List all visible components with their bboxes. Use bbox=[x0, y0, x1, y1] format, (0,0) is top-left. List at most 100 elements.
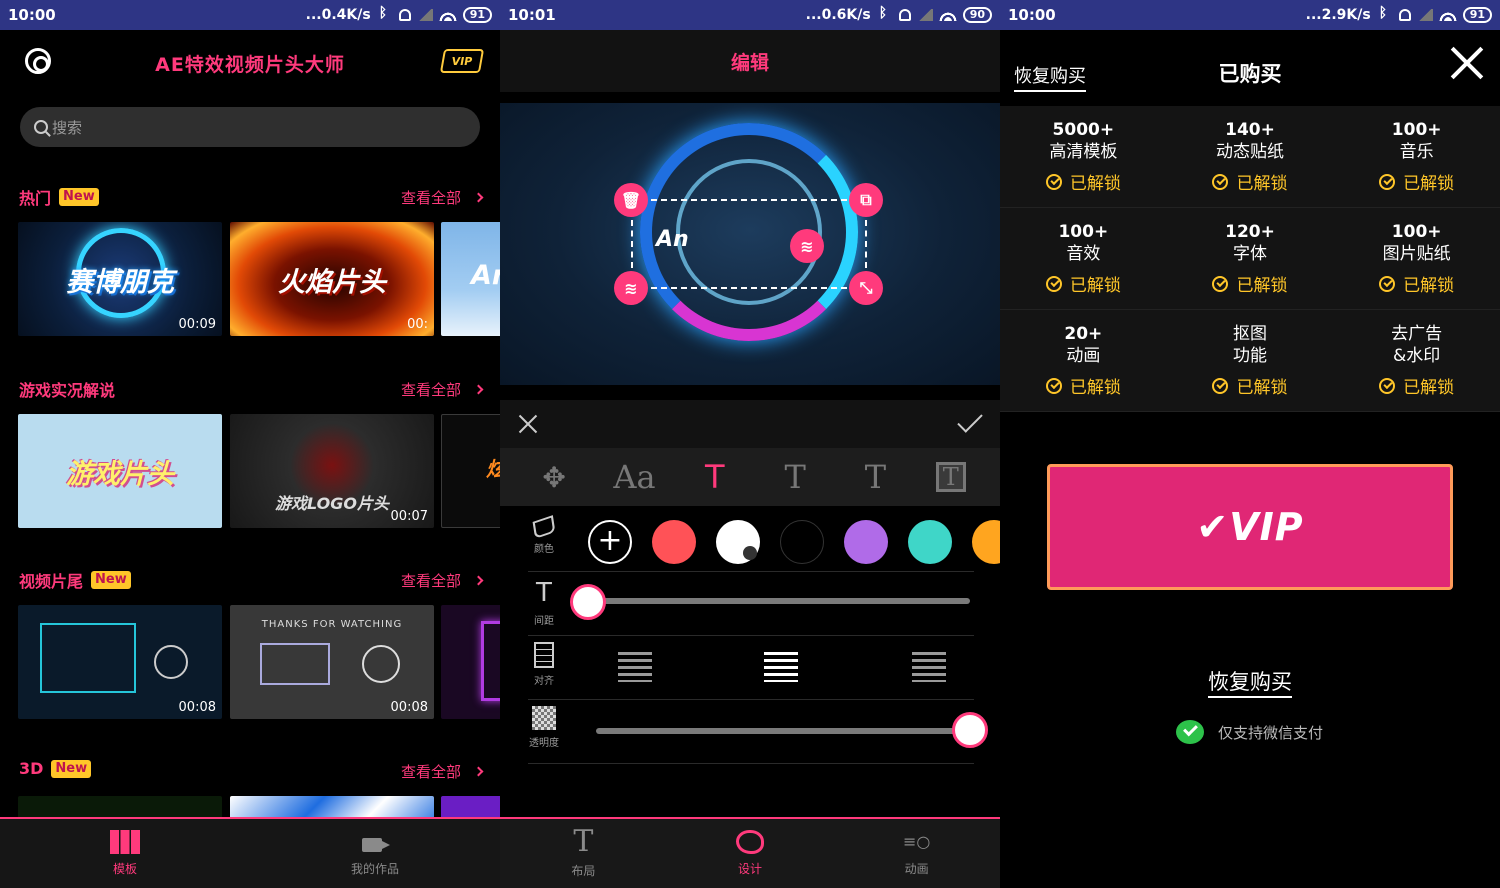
see-all-link[interactable]: 查看全部 bbox=[401, 379, 484, 400]
resize-icon[interactable]: ⤡ bbox=[849, 271, 883, 305]
close-icon[interactable] bbox=[518, 414, 538, 434]
template-thumb[interactable]: THANKS FOR WATCHING 00:08 bbox=[230, 605, 434, 719]
see-all-link[interactable]: 查看全部 bbox=[400, 570, 484, 591]
feature-cell: 100+ 音效 已解锁 bbox=[1000, 208, 1167, 310]
align-left-icon[interactable] bbox=[618, 652, 652, 682]
feature-count: 抠图 bbox=[1232, 324, 1267, 344]
video-preview[interactable]: An 🗑 ⧉ ≋ ⤡ ≋ bbox=[500, 103, 1000, 385]
thumb-duration: 00:07 bbox=[390, 509, 428, 524]
feature-count: 5000+ bbox=[1052, 120, 1115, 140]
battery-icon: 90 bbox=[962, 7, 992, 23]
search-input[interactable]: 搜索 bbox=[20, 107, 480, 147]
feature-label: 动画 bbox=[1066, 346, 1101, 366]
circle-graphic bbox=[362, 645, 400, 683]
copy-icon[interactable]: ⧉ bbox=[849, 183, 883, 217]
feature-cell: 140+ 动态贴纸 已解锁 bbox=[1166, 106, 1334, 208]
align-row: 对齐 bbox=[528, 636, 974, 700]
feature-count: 去广告 bbox=[1391, 324, 1443, 344]
check-circle-icon bbox=[1045, 275, 1062, 292]
template-thumb[interactable]: 赛博朋克 00:09 bbox=[18, 222, 222, 336]
template-thumb[interactable]: 炫 bbox=[441, 414, 500, 528]
wifi-icon bbox=[1438, 9, 1457, 21]
wifi-icon bbox=[438, 9, 457, 21]
battery-icon: 91 bbox=[1462, 7, 1492, 23]
nav-my-works[interactable]: 我的作品 bbox=[250, 819, 500, 888]
unlocked-label: 已解锁 bbox=[1236, 378, 1288, 398]
see-all-label: 查看全部 bbox=[400, 572, 461, 590]
layers-icon[interactable]: ≋ bbox=[614, 271, 648, 305]
template-thumb[interactable]: 火焰片头 00: bbox=[230, 222, 434, 336]
status-time: 10:00 bbox=[8, 6, 56, 24]
thumb-caption: 游戏片头 bbox=[66, 459, 174, 490]
color-swatch[interactable] bbox=[972, 520, 1000, 564]
editor-screen: 10:01 ...0.6K/s 90 编辑 An 🗑 ⧉ ≋ ⤡ ≋ ✥ Aa … bbox=[500, 0, 1000, 888]
search-icon bbox=[34, 120, 48, 134]
signal-icon bbox=[916, 9, 933, 21]
close-icon[interactable] bbox=[1450, 46, 1484, 80]
see-all-label: 查看全部 bbox=[400, 189, 461, 207]
feature-cell: 5000+ 高清模板 已解锁 bbox=[1000, 106, 1167, 208]
color-swatch[interactable] bbox=[844, 520, 888, 564]
feature-count: 100+ bbox=[1058, 222, 1109, 242]
color-swatch[interactable] bbox=[716, 520, 760, 564]
template-thumb[interactable]: An bbox=[441, 222, 500, 336]
see-all-link[interactable]: 查看全部 bbox=[400, 761, 484, 782]
restore-purchase-button[interactable]: 恢复购买 bbox=[1208, 670, 1292, 698]
neon-frame-graphic bbox=[481, 621, 500, 701]
font-size-tool-icon[interactable]: Aa bbox=[613, 457, 655, 497]
see-all-link[interactable]: 查看全部 bbox=[400, 187, 484, 208]
text-shadow-tool-icon[interactable]: T bbox=[855, 457, 895, 497]
check-circle-icon bbox=[1045, 173, 1062, 190]
nav-label: 设计 bbox=[738, 862, 763, 876]
feature-cell: 去广告 &水印 已解锁 bbox=[1333, 310, 1500, 412]
row-label-text: 颜色 bbox=[534, 544, 554, 555]
spacing-slider[interactable] bbox=[588, 598, 970, 604]
template-thumb[interactable]: 游戏片头 bbox=[18, 414, 222, 528]
add-color-button[interactable]: + bbox=[588, 520, 632, 564]
feature-label: 字体 bbox=[1232, 244, 1267, 264]
vip-button[interactable]: ✔VIP bbox=[1047, 464, 1453, 590]
vip-badge-button[interactable]: VIP bbox=[439, 49, 485, 73]
template-thumb[interactable]: 00:08 bbox=[18, 605, 222, 719]
thumb-caption: THANKS FOR WATCHING bbox=[261, 619, 403, 630]
spacing-slider-handle[interactable] bbox=[570, 584, 606, 620]
text-style-tool-icon[interactable]: T bbox=[695, 457, 735, 497]
template-thumb[interactable]: 游戏LOGO片头 00:07 bbox=[230, 414, 434, 528]
color-swatch[interactable] bbox=[908, 520, 952, 564]
nav-animation[interactable]: ≡○ 动画 bbox=[833, 819, 1000, 888]
layer-swap-icon[interactable]: ≋ bbox=[790, 229, 824, 263]
feature-cell: 100+ 音乐 已解锁 bbox=[1333, 106, 1500, 208]
thumb-caption: 赛博朋克 bbox=[66, 267, 174, 298]
text-background-tool-icon[interactable]: T bbox=[935, 462, 966, 492]
paint-bucket-icon bbox=[532, 515, 556, 539]
feature-cell: 120+ 字体 已解锁 bbox=[1166, 208, 1334, 310]
check-circle-icon bbox=[1379, 275, 1396, 292]
status-bar: 10:00 ...0.4K/s 91 bbox=[0, 0, 500, 30]
signal-icon bbox=[416, 9, 433, 21]
trash-icon[interactable]: 🗑 bbox=[614, 183, 648, 217]
confirm-check-icon[interactable] bbox=[957, 407, 983, 433]
page-title: 已购买 bbox=[1218, 62, 1282, 86]
spacing-icon bbox=[530, 578, 558, 608]
color-swatch[interactable] bbox=[780, 520, 824, 564]
row-label-text: 间距 bbox=[534, 616, 554, 627]
opacity-slider[interactable] bbox=[596, 728, 970, 734]
color-swatch[interactable] bbox=[652, 520, 696, 564]
editor-header: 编辑 bbox=[500, 30, 1000, 92]
chevron-right-icon bbox=[473, 575, 484, 586]
mute-icon bbox=[1398, 9, 1411, 21]
templates-icon bbox=[110, 830, 140, 854]
align-right-icon[interactable] bbox=[912, 652, 946, 682]
see-all-label: 查看全部 bbox=[400, 763, 461, 781]
opacity-slider-handle[interactable] bbox=[952, 712, 988, 748]
align-label: 对齐 bbox=[528, 636, 560, 687]
align-center-icon[interactable] bbox=[764, 652, 798, 682]
chevron-right-icon bbox=[473, 192, 484, 203]
row-label-text: 对齐 bbox=[534, 676, 554, 687]
nav-templates[interactable]: 模板 bbox=[0, 819, 250, 888]
template-thumb[interactable] bbox=[441, 605, 500, 719]
nav-layout[interactable]: T 布局 bbox=[500, 819, 667, 888]
move-tool-icon[interactable]: ✥ bbox=[534, 457, 574, 497]
nav-design[interactable]: 设计 bbox=[667, 819, 834, 888]
text-outline-tool-icon[interactable]: T bbox=[775, 457, 815, 497]
